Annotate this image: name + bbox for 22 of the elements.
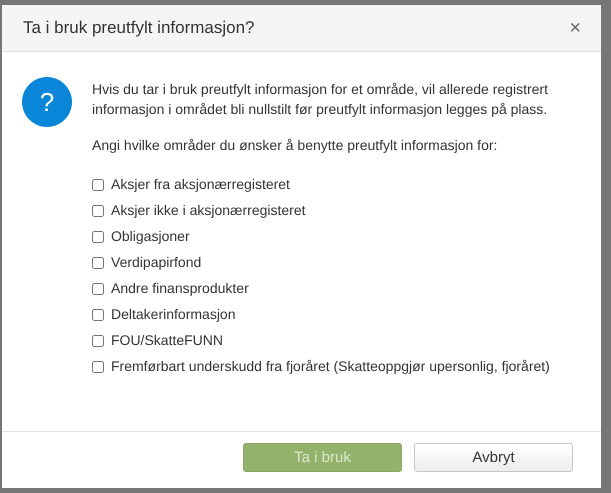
- checkbox[interactable]: [92, 361, 104, 373]
- message-text: Hvis du tar i bruk preutfylt informasjon for et område, vil allerede registrert informasjon i området bli nullstilt før preutfylt informasjon legges på plass.: [92, 80, 549, 119]
- checkbox[interactable]: [92, 205, 104, 217]
- option-label: Aksjer ikke i aksjonærregisteret: [111, 202, 307, 219]
- close-button[interactable]: ×: [569, 18, 581, 38]
- option-label: Andre finansprodukter: [111, 280, 250, 297]
- option-label: Deltakerinformasjon: [111, 306, 236, 323]
- dialog-title: Ta i bruk preutfylt informasjon?: [23, 18, 254, 38]
- option-label: Fremførbart underskudd fra fjoråret (Skatteoppgjør upersonlig, fjoråret): [111, 358, 551, 375]
- option-label: Obligasjoner: [111, 228, 191, 245]
- checkbox[interactable]: [92, 179, 104, 191]
- question-icon: ?: [22, 77, 72, 127]
- cancel-button[interactable]: Avbryt: [414, 443, 573, 472]
- option-label: Aksjer fra aksjonærregisteret: [111, 176, 291, 193]
- checkbox[interactable]: [92, 335, 104, 347]
- prompt-text: Angi hvilke områder du ønsker å benytte preutfylt informasjon for:: [92, 137, 498, 153]
- checkbox[interactable]: [92, 231, 104, 243]
- checkbox[interactable]: [92, 309, 104, 321]
- option-label: FOU/SkatteFUNN: [111, 332, 224, 349]
- option-label: Verdipapirfond: [111, 254, 202, 271]
- checkbox[interactable]: [92, 283, 104, 295]
- checkbox[interactable]: [92, 257, 104, 269]
